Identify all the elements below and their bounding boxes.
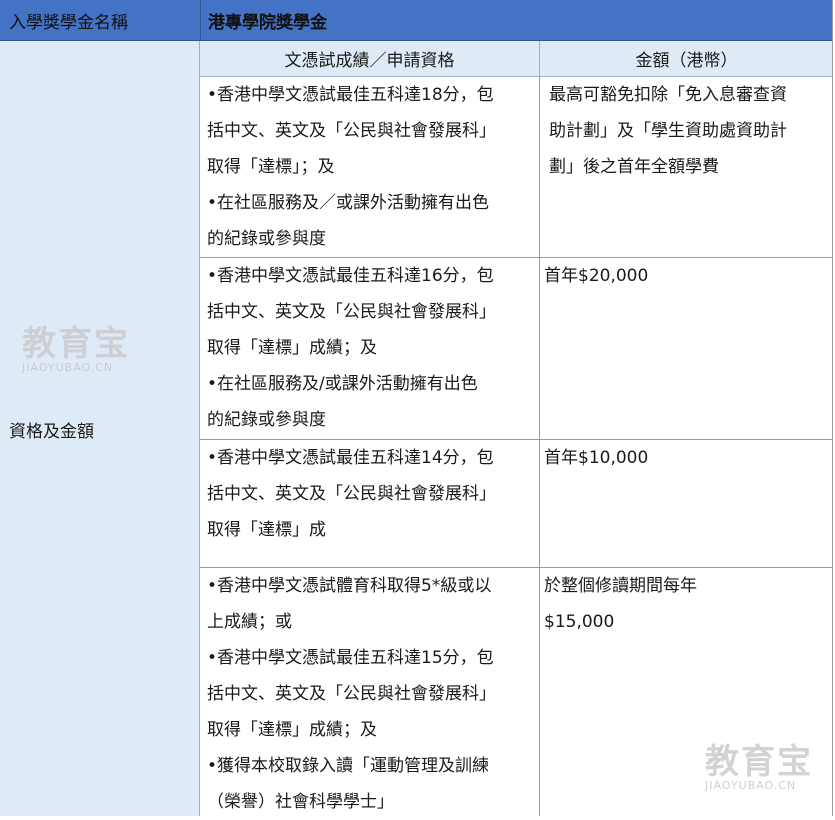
table-row-3-amount: 首年$10,000 [540, 440, 833, 568]
table-row-1-requirement: •香港中學文憑試最佳五科達18分，包 括中文、英文及「公民與社會發展科」 取得「… [200, 77, 540, 258]
requirement-line: 取得「達標」；及 [207, 157, 335, 177]
table-row-4-amount: 於整個修讀期間每年 $15,000 [540, 568, 833, 816]
requirement-line: （榮譽）社會科學學士」 [207, 792, 394, 812]
requirement-line: •獲得本校取錄入讀「運動管理及訓練 [207, 756, 490, 776]
requirement-line: •香港中學文憑試最佳五科達14分，包 [207, 448, 494, 468]
table-row-1-amount: 最高可豁免扣除「免入息審查資 助計劃」及「學生資助處資助計 劃」後之首年全額學費 [540, 77, 833, 258]
requirement-line: 取得「達標」成 [207, 520, 326, 540]
requirement-line: 的紀錄或參與度 [207, 229, 326, 249]
requirement-line: •在社區服務及/或課外活動擁有出色 [207, 374, 478, 394]
eligibility-label-cell: 資格及金額 [0, 41, 200, 816]
amount-line: 首年$10,000 [544, 448, 649, 468]
requirement-line: •在社區服務及／或課外活動擁有出色 [207, 193, 490, 213]
table-row-2-requirement: •香港中學文憑試最佳五科達16分，包 括中文、英文及「公民與社會發展科」 取得「… [200, 258, 540, 440]
requirement-line: •香港中學文憑試最佳五科達18分，包 [207, 85, 494, 105]
requirement-line: 上成績；或 [207, 612, 292, 632]
amount-line: 助計劃」及「學生資助處資助計 [549, 121, 787, 141]
requirement-line: 的紀錄或參與度 [207, 410, 326, 430]
scholarship-name-value: 港專學院獎學金 [200, 0, 833, 40]
requirement-line: 取得「達標」成績；及 [207, 338, 377, 358]
amount-line: 於整個修讀期間每年 [544, 576, 697, 596]
table-row-2-amount: 首年$20,000 [540, 258, 833, 440]
amount-line: 劃」後之首年全額學費 [549, 157, 719, 177]
requirement-line: 括中文、英文及「公民與社會發展科」 [207, 684, 496, 704]
requirement-line: 括中文、英文及「公民與社會發展科」 [207, 121, 496, 141]
table-header-row: 入學獎學金名稱 港專學院獎學金 [0, 0, 833, 41]
requirement-line: 取得「達標」成績；及 [207, 720, 377, 740]
amount-column-header: 金額（港幣） [540, 41, 833, 77]
table-row-3-requirement: •香港中學文憑試最佳五科達14分，包 括中文、英文及「公民與社會發展科」 取得「… [200, 440, 540, 568]
amount-line: $15,000 [544, 612, 615, 632]
table-right-border [832, 0, 833, 816]
requirement-line: •香港中學文憑試體育科取得5*級或以 [207, 576, 492, 596]
amount-line: 首年$20,000 [544, 266, 649, 286]
requirement-column-header: 文憑試成績／申請資格 [200, 41, 540, 77]
requirement-line: •香港中學文憑試最佳五科達16分，包 [207, 266, 494, 286]
scholarship-name-label: 入學獎學金名稱 [9, 12, 128, 33]
amount-line: 最高可豁免扣除「免入息審查資 [549, 85, 787, 105]
table-row-4-requirement: •香港中學文憑試體育科取得5*級或以 上成績；或 •香港中學文憑試最佳五科達15… [200, 568, 540, 816]
scholarship-table: 入學獎學金名稱 港專學院獎學金 資格及金額 文憑試成績／申請資格 金額（港幣） … [0, 0, 835, 816]
requirement-line: •香港中學文憑試最佳五科達15分，包 [207, 648, 494, 668]
requirement-line: 括中文、英文及「公民與社會發展科」 [207, 302, 496, 322]
eligibility-label: 資格及金額 [9, 422, 94, 442]
requirement-line: 括中文、英文及「公民與社會發展科」 [207, 484, 496, 504]
